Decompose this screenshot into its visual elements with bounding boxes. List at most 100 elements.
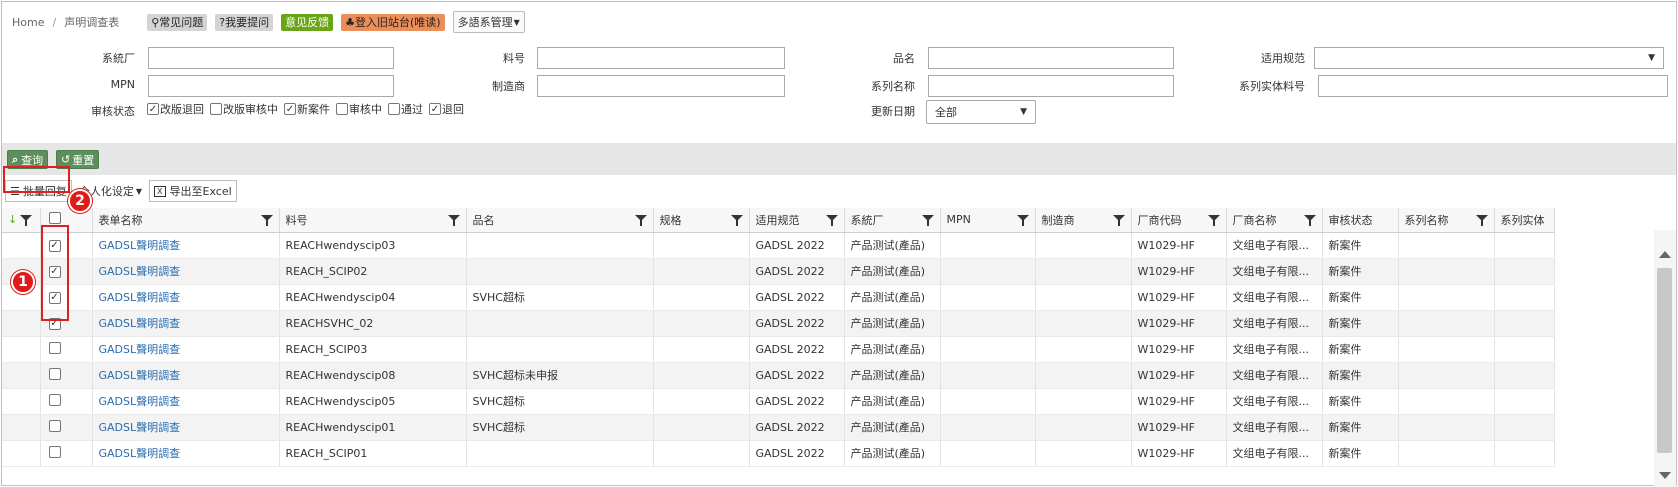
filter-icon[interactable] — [260, 215, 273, 226]
table-cell: REACHwendyscip08 — [279, 362, 467, 389]
language-select[interactable]: 多語系管理 ▼ — [452, 11, 525, 33]
column-header[interactable]: 系列名称 — [1398, 208, 1495, 233]
column-header[interactable]: MPN — [940, 208, 1036, 233]
filter-icon[interactable] — [921, 215, 934, 226]
column-header[interactable]: 系統厂 — [844, 208, 941, 233]
table-cell[interactable]: GADSL聲明調查 — [92, 310, 280, 337]
table-cell — [1398, 388, 1495, 415]
row-select-cell — [40, 440, 93, 467]
status-option[interactable]: 改版审核中 — [210, 101, 278, 117]
table-cell — [466, 310, 654, 337]
table-cell — [1398, 362, 1495, 389]
checkbox[interactable]: ✓ — [429, 103, 441, 115]
table-cell[interactable]: GADSL聲明調查 — [92, 362, 280, 389]
mpn-input[interactable] — [148, 75, 394, 97]
row-spacer-cell — [2, 440, 41, 467]
checkbox[interactable] — [336, 103, 348, 115]
column-header[interactable]: 料号 — [279, 208, 467, 233]
table-row[interactable]: GADSL聲明調查 REACHwendyscip05 SVHC超标 GADSL 202… — [2, 388, 1555, 415]
ask-question-button[interactable]: ? 我要提问 — [215, 13, 274, 31]
select-all-checkbox[interactable] — [48, 212, 61, 225]
row-checkbox[interactable] — [48, 341, 61, 354]
row-spacer-cell — [2, 362, 41, 389]
supplier-input[interactable] — [148, 47, 394, 69]
old-site-button[interactable]: ♣ 登入旧站台(唯读) — [341, 13, 445, 31]
filter-icon[interactable] — [1303, 215, 1316, 226]
row-spacer-cell — [2, 336, 41, 363]
filter-icon[interactable] — [1475, 215, 1488, 226]
filter-icon[interactable] — [1016, 215, 1029, 226]
filter-icon[interactable] — [447, 215, 460, 226]
column-header[interactable]: 制造商 — [1035, 208, 1132, 233]
breadcrumb-home[interactable]: Home — [12, 16, 44, 29]
export-excel-button[interactable]: X 导出至Excel — [149, 180, 237, 202]
table-cell: 文组电子有限... — [1226, 362, 1323, 389]
row-checkbox[interactable] — [48, 419, 61, 432]
table-cell[interactable]: GADSL聲明調查 — [92, 414, 280, 441]
table-row[interactable]: ✓ GADSL聲明調查 REACH_SCIP02 GADSL 2022 产品测试(產品)… — [2, 258, 1555, 285]
column-header[interactable]: 适用规范 — [749, 208, 845, 233]
manufacturer-input[interactable] — [537, 75, 785, 97]
checkbox[interactable]: ✓ — [147, 103, 159, 115]
regulation-select[interactable]: ▼ — [1314, 47, 1664, 69]
checkbox[interactable] — [388, 103, 400, 115]
filter-icon[interactable] — [19, 215, 32, 226]
series-partno-input[interactable] — [1318, 75, 1668, 97]
column-header[interactable]: 表单名称 — [92, 208, 280, 233]
table-cell — [1494, 388, 1555, 415]
table-cell[interactable]: GADSL聲明調查 — [92, 232, 280, 259]
status-option[interactable]: ✓ 改版退回 — [147, 101, 204, 117]
column-header[interactable]: 厂商代码 — [1131, 208, 1227, 233]
filter-icon[interactable] — [1207, 215, 1220, 226]
feedback-button[interactable]: 意见反馈 — [281, 13, 334, 31]
column-header[interactable]: 规格 — [653, 208, 750, 233]
table-row[interactable]: GADSL聲明調查 REACH_SCIP03 GADSL 2022 产品测试(產品) W… — [2, 336, 1555, 363]
checkbox[interactable] — [210, 103, 222, 115]
action-bar — [2, 143, 1676, 175]
partname-input[interactable] — [928, 47, 1174, 69]
scrollbar-thumb[interactable] — [1657, 268, 1672, 453]
update-date-select[interactable]: 全部 ▼ — [926, 100, 1036, 124]
row-checkbox[interactable] — [48, 445, 61, 458]
filter-icon[interactable] — [825, 215, 838, 226]
table-row[interactable]: ✓ GADSL聲明調查 REACHSVHC_02 GADSL 2022 产品测试(產品)… — [2, 310, 1555, 337]
status-option[interactable]: 通过 — [388, 101, 423, 117]
column-header[interactable]: 厂商名称 — [1226, 208, 1323, 233]
table-cell: 新案件 — [1322, 414, 1399, 441]
column-header[interactable]: 系列实体 — [1494, 208, 1555, 233]
row-spacer-cell — [2, 388, 41, 415]
table-cell[interactable]: GADSL聲明調查 — [92, 440, 280, 467]
annotation-badge-2: 2 — [68, 189, 92, 213]
series-name-input[interactable] — [928, 75, 1174, 97]
checkbox[interactable]: ✓ — [284, 103, 296, 115]
filter-icon[interactable] — [1112, 215, 1125, 226]
table-row[interactable]: GADSL聲明調查 REACH_SCIP01 GADSL 2022 产品测试(產品) W… — [2, 440, 1555, 467]
table-cell[interactable]: GADSL聲明調查 — [92, 388, 280, 415]
table-cell[interactable]: GADSL聲明調查 — [92, 284, 280, 311]
table-row[interactable]: ✓ GADSL聲明調查 REACHwendyscip04 SVHC超标 GADSL 20… — [2, 284, 1555, 311]
filter-icon[interactable] — [634, 215, 647, 226]
row-checkbox[interactable] — [48, 367, 61, 380]
row-checkbox[interactable] — [48, 393, 61, 406]
status-option[interactable]: ✓ 退回 — [429, 101, 464, 117]
table-row[interactable]: GADSL聲明調查 REACHwendyscip08 SVHC超标未申报 GADSL … — [2, 362, 1555, 389]
scroll-up-icon[interactable] — [1659, 251, 1671, 258]
column-header[interactable]: 品名 — [466, 208, 654, 233]
partno-input[interactable] — [537, 47, 785, 69]
table-row[interactable]: GADSL聲明調查 REACHwendyscip01 SVHC超标 GADSL 202… — [2, 414, 1555, 441]
status-label: 审核状态 — [91, 105, 135, 118]
table-cell: 产品测试(產品) — [844, 258, 941, 285]
table-cell — [653, 440, 750, 467]
filter-icon[interactable] — [730, 215, 743, 226]
status-option[interactable]: ✓ 新案件 — [284, 101, 330, 117]
sort-filter-header[interactable]: ↓ — [2, 208, 41, 233]
table-cell[interactable]: GADSL聲明調查 — [92, 258, 280, 285]
table-cell[interactable]: GADSL聲明調查 — [92, 336, 280, 363]
supplier-label: 系統厂 — [102, 52, 135, 65]
column-header[interactable]: 审核状态 — [1322, 208, 1399, 233]
faq-button[interactable]: ⚲ 常见问题 — [147, 13, 208, 31]
scroll-down-icon[interactable] — [1659, 472, 1671, 479]
table-cell: 产品测试(產品) — [844, 232, 941, 259]
table-row[interactable]: ✓ GADSL聲明調查 REACHwendyscip03 GADSL 2022 产品测试… — [2, 232, 1555, 259]
status-option[interactable]: 审核中 — [336, 101, 382, 117]
